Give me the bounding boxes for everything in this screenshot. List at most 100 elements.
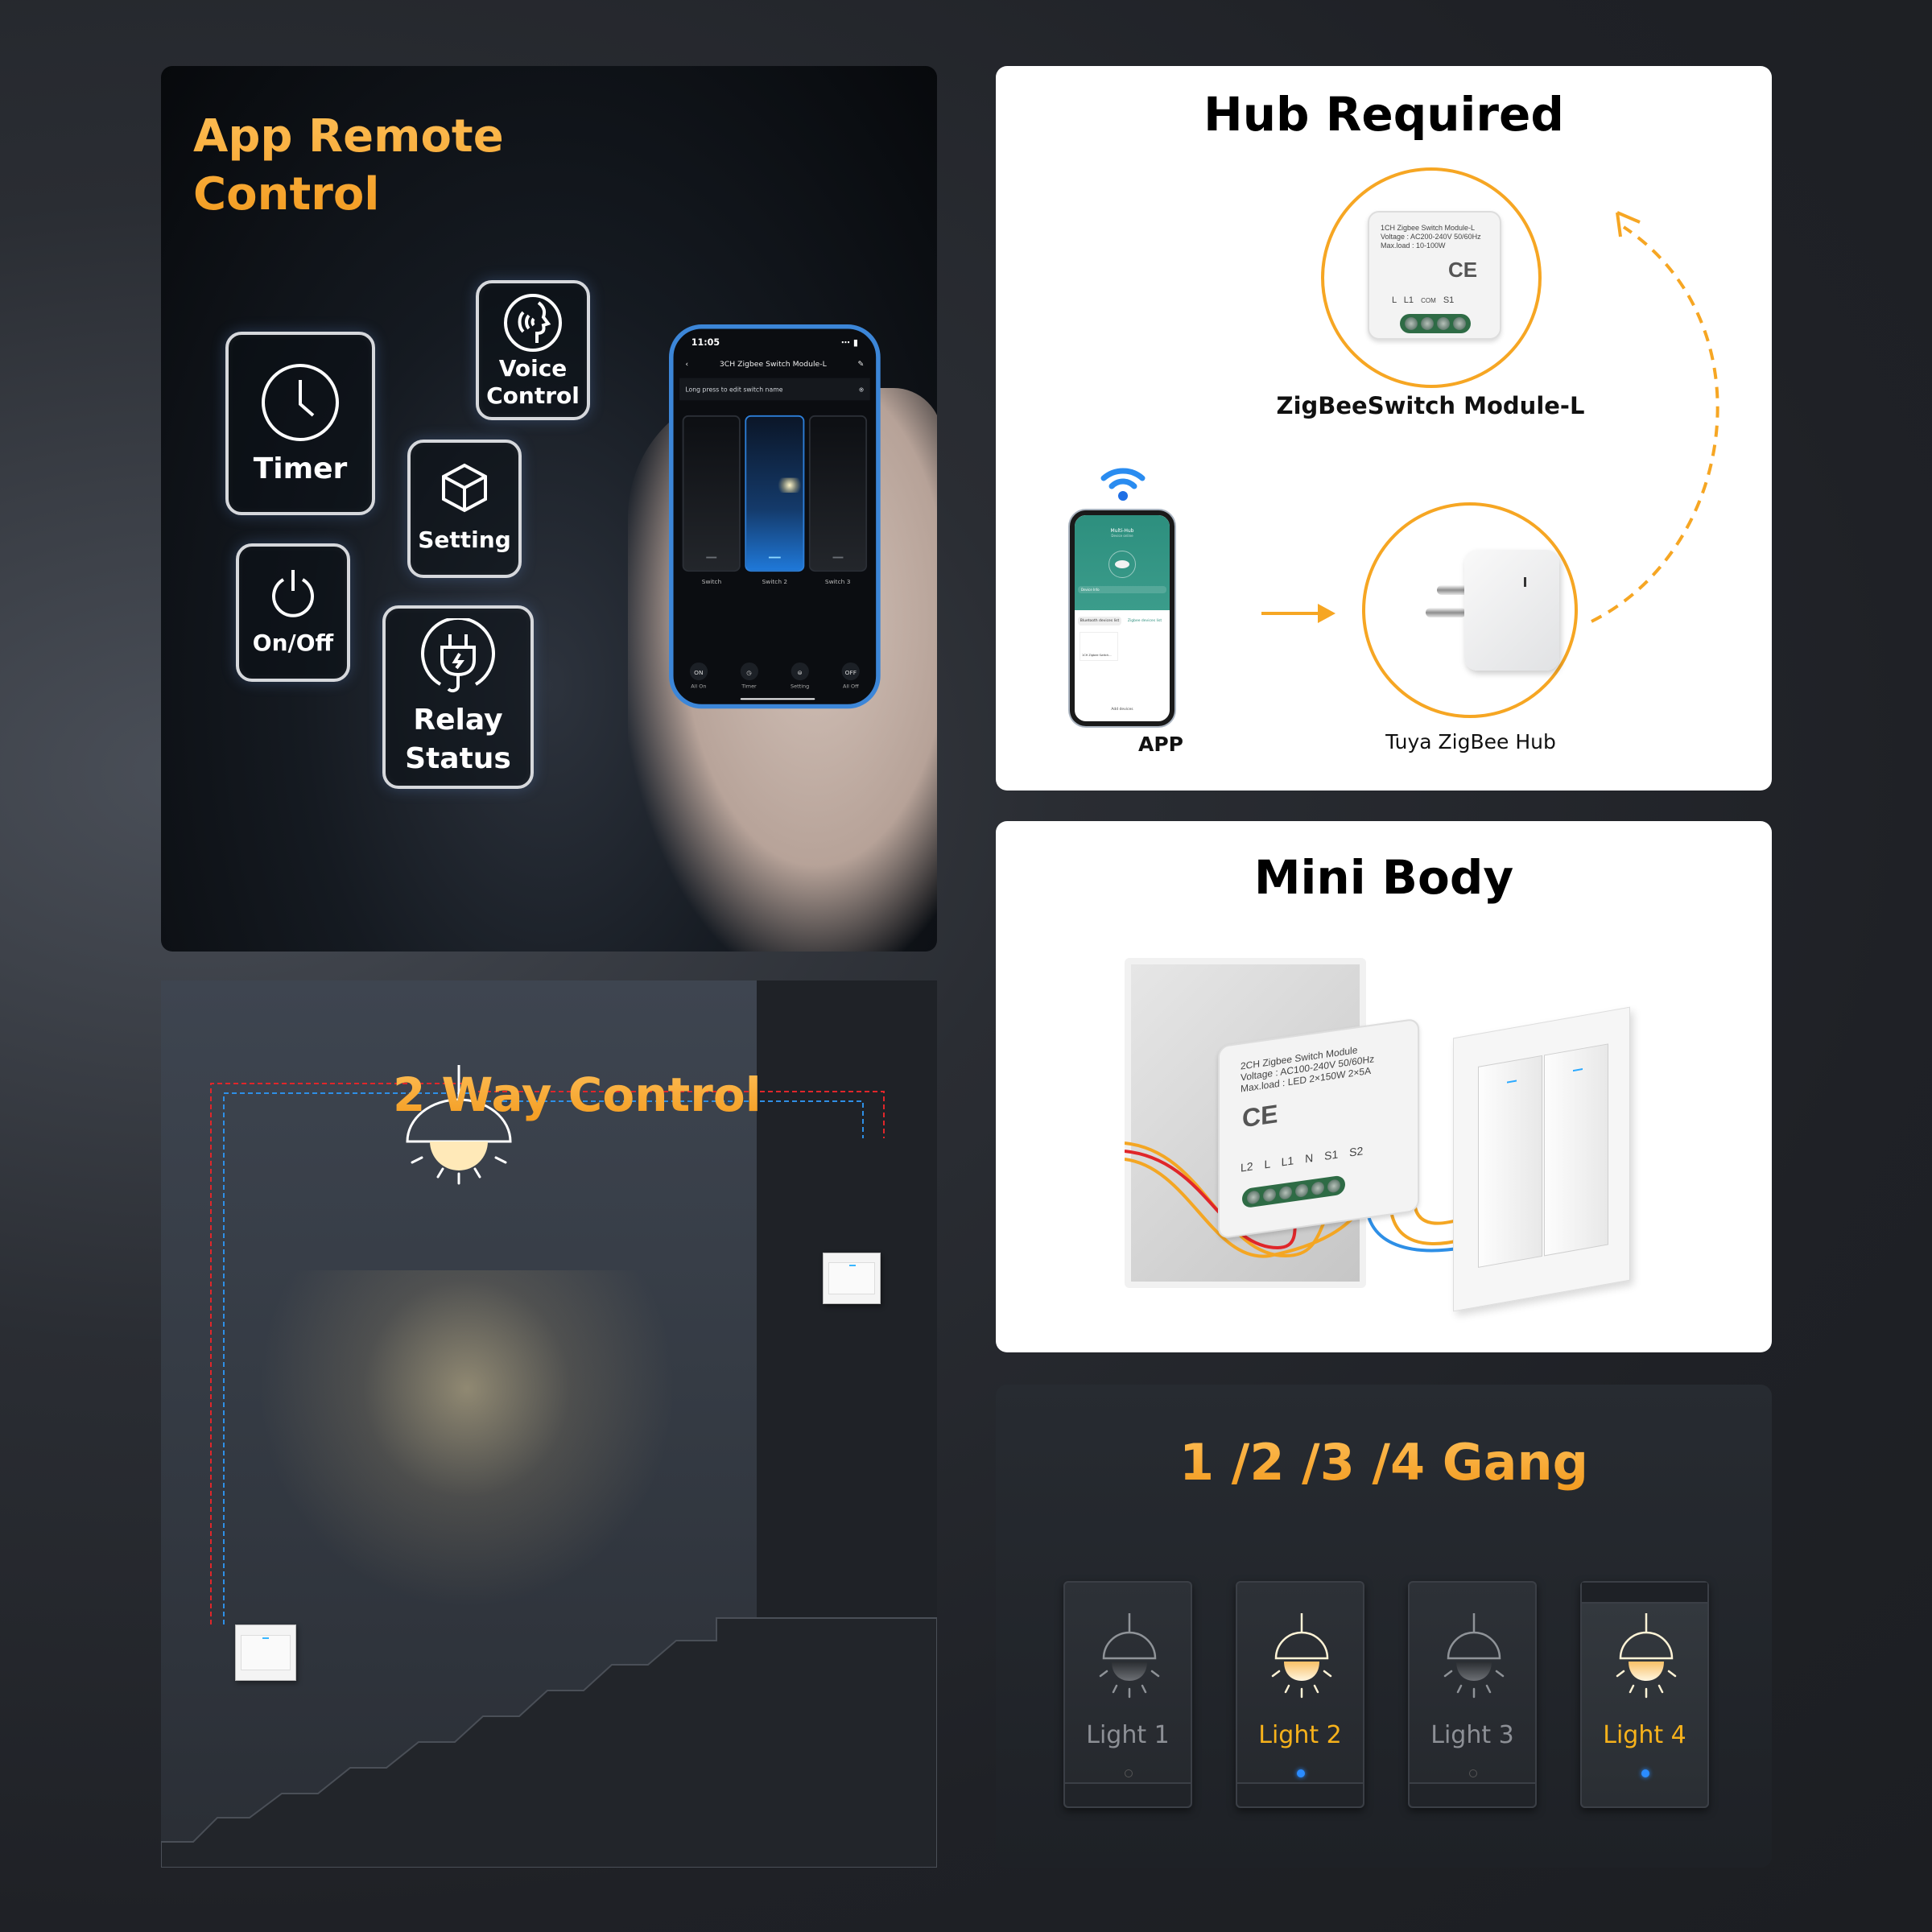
- gang-switch-2[interactable]: Light 2: [1236, 1581, 1364, 1808]
- screw-terminals: [1400, 314, 1471, 333]
- feature-timer: Timer: [225, 332, 375, 515]
- hub-caption: Tuya ZigBee Hub: [1385, 730, 1556, 753]
- gang-switch-1[interactable]: Light 1: [1063, 1581, 1192, 1808]
- terminal-label: L: [1264, 1157, 1270, 1171]
- terminal-label: L2: [1241, 1159, 1253, 1174]
- back-icon[interactable]: ‹: [685, 360, 688, 369]
- led-indicator-icon: [1125, 1769, 1133, 1777]
- installation-illustration: 2CH Zigbee Switch Module Voltage : AC100…: [1125, 942, 1656, 1328]
- app-phone-image: Multi-Hub Device online Device Info Blue…: [1070, 510, 1174, 726]
- feature-label: Setting: [418, 526, 511, 553]
- led-indicator-icon: [1469, 1769, 1477, 1777]
- feature-label: Control: [486, 382, 580, 409]
- phone-switches: Switch Switch 2 Switch 3: [682, 415, 868, 585]
- mini-body-title: Mini Body: [1253, 850, 1514, 905]
- module-label: 2CH Zigbee Switch Module Voltage : AC100…: [1241, 1042, 1374, 1094]
- setting-icon: ⊜: [791, 662, 809, 681]
- feature-on-off: On/Off: [236, 543, 350, 682]
- add-devices-button[interactable]: Add devices: [1075, 708, 1170, 712]
- led-indicator-icon: [1297, 1769, 1305, 1777]
- gang-switch-4[interactable]: Light 4: [1580, 1581, 1709, 1808]
- phone-bottom-bar: ON All On ◷ Timer ⊜ Setting OFF All Off: [674, 662, 877, 690]
- app-caption: APP: [1138, 733, 1183, 756]
- led-indicator-icon: [1641, 1769, 1649, 1777]
- terminal-label: L: [1392, 295, 1397, 305]
- module-caption: ZigBeeSwitch Module-L: [1276, 392, 1585, 419]
- phone-time: 11:05: [691, 337, 720, 349]
- clock-icon: [262, 364, 339, 441]
- device-info-row[interactable]: Device Info: [1078, 586, 1166, 593]
- phone-hint-bar: Long press to edit switch name ⊗: [679, 378, 870, 401]
- module-terminal-labels: L L1 COM S1: [1392, 296, 1454, 305]
- gang-switch-row: Light 1 Light 2 Light 3 Light 4: [1063, 1581, 1709, 1808]
- app-screen-title: Multi-Hub: [1110, 528, 1134, 534]
- switch-name: Switch: [701, 577, 722, 585]
- button-label: All On: [691, 683, 707, 690]
- terminal-label: S1: [1324, 1147, 1339, 1162]
- timer-button[interactable]: ◷ Timer: [740, 662, 758, 690]
- phone-switch-1[interactable]: Switch: [682, 415, 741, 585]
- pendant-lamp-icon: [1616, 1613, 1677, 1699]
- phone-switch-3[interactable]: Switch 3: [808, 415, 868, 585]
- feature-relay-status: Relay Status: [382, 605, 534, 789]
- voice-icon: [504, 294, 562, 352]
- pendant-lamp-icon: [1099, 1613, 1160, 1699]
- power-icon: [272, 570, 314, 617]
- button-label: All Off: [842, 683, 859, 690]
- button-label: Timer: [741, 683, 757, 690]
- two-way-control-title: 2 Way Control: [393, 1067, 762, 1122]
- feature-label: Relay: [413, 704, 503, 737]
- ce-mark-icon: CE: [1242, 1099, 1278, 1133]
- gang-switch-label: Light 3: [1430, 1721, 1514, 1749]
- screw-terminals: [1242, 1174, 1345, 1209]
- device-card[interactable]: 1CH Zigbee Switch...: [1080, 632, 1118, 661]
- arrow-right-icon: [1261, 604, 1335, 623]
- close-icon[interactable]: ⊗: [859, 386, 865, 393]
- feature-label: Status: [405, 742, 511, 775]
- feature-voice-control: Voice Control: [476, 280, 590, 420]
- feature-label: On/Off: [252, 630, 334, 656]
- setting-button[interactable]: ⊜ Setting: [791, 662, 810, 690]
- rocker-right: [1544, 1043, 1608, 1257]
- feature-label: Voice: [498, 355, 568, 382]
- gang-switch-label: Light 1: [1086, 1721, 1170, 1749]
- hint-text: Long press to edit switch name: [685, 385, 783, 394]
- dashed-curve-arrow-icon: [1591, 211, 1719, 623]
- button-label: Setting: [791, 683, 810, 690]
- gang-options-panel: 1 /2 /3 /4 Gang Light 1 Light 2 Light 3 Lig…: [996, 1385, 1772, 1868]
- phone-status-bar: 11:05 ⋯ ▮: [674, 329, 877, 349]
- clock-icon: ◷: [740, 662, 758, 681]
- module-ring: 1CH Zigbee Switch Module-L Voltage : AC2…: [1321, 167, 1542, 388]
- plug-icon: [421, 618, 495, 693]
- switch-name: Switch 3: [824, 577, 851, 585]
- all-off-button[interactable]: OFF All Off: [841, 662, 860, 690]
- switch-name: Switch 2: [762, 577, 788, 585]
- gang-switch-3[interactable]: Light 3: [1408, 1581, 1537, 1808]
- module-label-line: 1CH Zigbee Switch Module-L: [1381, 224, 1476, 232]
- pendant-lamp-icon: [1443, 1613, 1505, 1699]
- app-remote-control-panel: App Remote Control Timer Voice Control S…: [161, 66, 937, 952]
- tab-bluetooth-devices[interactable]: Bluetooth devices list: [1078, 617, 1121, 625]
- module-label-line: Voltage : AC200-240V 50/60Hz: [1381, 233, 1481, 241]
- module-terminal-labels: L2 L L1 N S1 S2: [1241, 1144, 1363, 1174]
- phone-app-screen: 11:05 ⋯ ▮ ‹ 3CH Zigbee Switch Module-L ✎…: [669, 324, 881, 709]
- wires: [210, 1083, 885, 1624]
- wifi-battery-icon: ⋯ ▮: [840, 337, 858, 349]
- hub-ring: [1362, 502, 1578, 718]
- off-icon: OFF: [841, 662, 860, 681]
- pendant-lamp-icon: [1271, 1613, 1332, 1699]
- title-line-1: App Remote: [193, 110, 504, 163]
- module-label-line: Max.load : 10-100W: [1381, 242, 1446, 250]
- zigbee-hub-image: [1426, 550, 1559, 671]
- phone-nav-bar: ‹ 3CH Zigbee Switch Module-L ✎: [674, 349, 877, 369]
- tab-zigbee-devices[interactable]: Zigbee devices list: [1123, 617, 1166, 625]
- rocker-left: [1478, 1055, 1542, 1268]
- home-indicator: [740, 697, 815, 700]
- phone-switch-2[interactable]: Switch 2: [745, 415, 804, 585]
- all-on-button[interactable]: ON All On: [689, 662, 708, 690]
- terminal-label: S1: [1443, 295, 1455, 305]
- hub-required-title: Hub Required: [1203, 87, 1564, 142]
- edit-icon[interactable]: ✎: [858, 360, 865, 369]
- hub-required-panel: Hub Required 1CH Zigbee Switch Module-L …: [996, 66, 1772, 791]
- hub-puck-icon: [1108, 551, 1136, 578]
